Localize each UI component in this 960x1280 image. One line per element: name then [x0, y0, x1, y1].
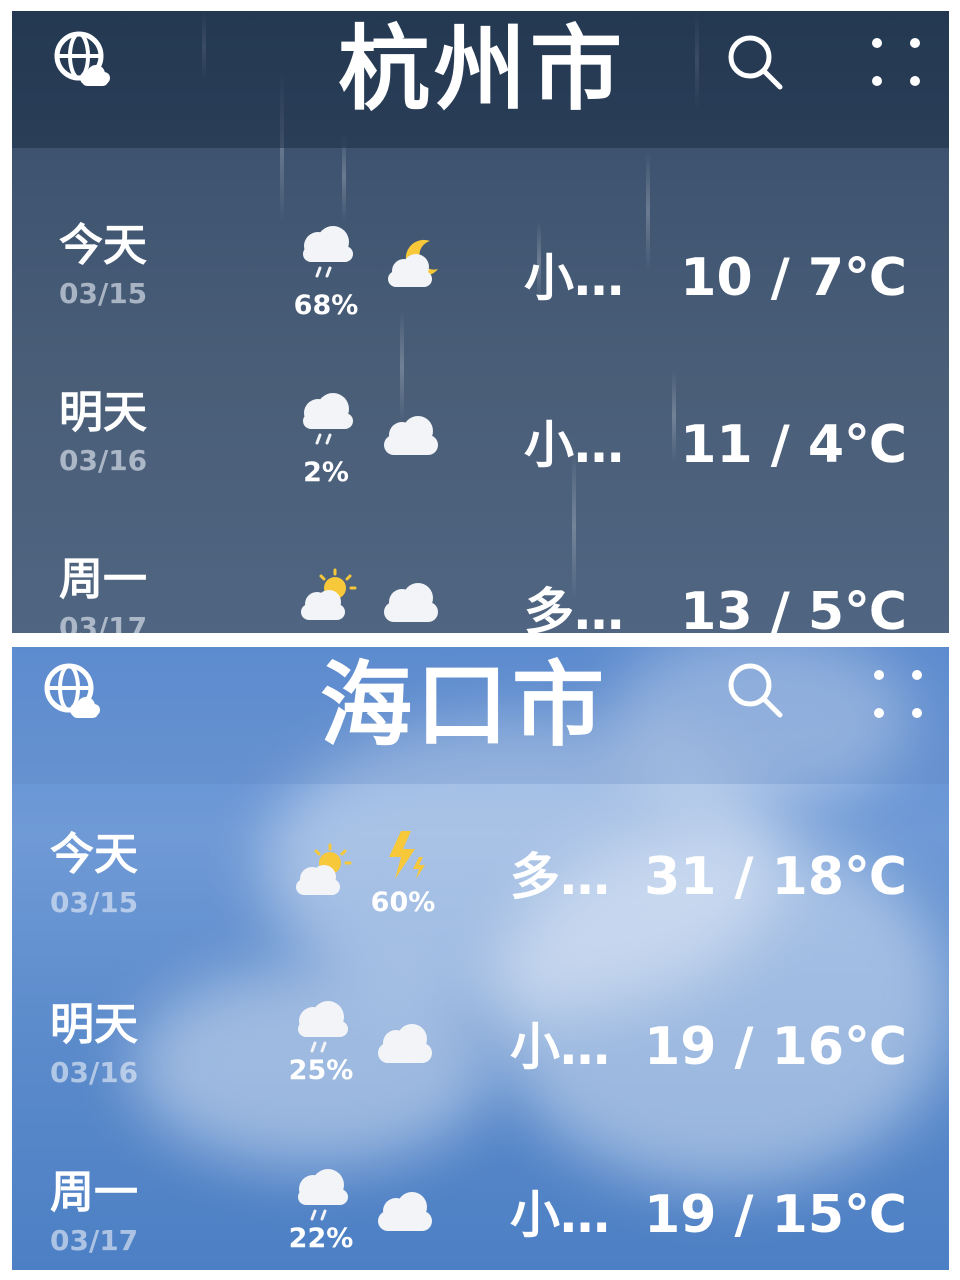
partly-sunny-icon: [296, 843, 352, 895]
app-header: 海口市: [12, 647, 949, 784]
weather-desc: 小…: [510, 1018, 610, 1076]
cloud-icon: [384, 416, 438, 455]
day-label: 周一: [50, 1167, 138, 1218]
forecast-row[interactable]: 周一 03/17 多… 13 / 5℃: [12, 552, 949, 633]
temp-range: 31 / 18℃: [644, 847, 907, 907]
weather-desc: 多…: [510, 848, 610, 906]
app-header: 杭州市: [12, 11, 949, 148]
precip-chance: 68%: [293, 290, 359, 321]
partly-sunny-icon: [301, 568, 357, 620]
date-label: 03/15: [59, 277, 148, 310]
day-label: 周一: [59, 554, 147, 605]
precip-chance: 2%: [303, 457, 349, 488]
rain-cloud-icon: [303, 226, 353, 278]
moon-cloud-icon: [388, 239, 438, 287]
forecast-row[interactable]: 明天 03/16 25% 小… 19 / 16℃: [12, 997, 949, 1127]
weather-desc: 小…: [524, 249, 624, 307]
more-dots-icon[interactable]: [869, 665, 927, 723]
more-dots-icon[interactable]: [867, 33, 925, 91]
forecast-row[interactable]: 明天 03/16 2% 小… 11 / 4℃: [12, 385, 949, 515]
rain-cloud-icon: [303, 393, 353, 445]
forecast-row[interactable]: 今天 03/15 60% 多… 31 / 18℃: [12, 827, 949, 957]
city-title: 海口市: [319, 652, 608, 759]
globe-cloud-icon[interactable]: [52, 29, 114, 91]
thunder-icon: [389, 831, 425, 879]
weather-panel-hangzhou: 杭州市 今天 03/15 68% 小… 10 / 7℃ 明天 03/16 2% …: [12, 11, 949, 633]
globe-cloud-icon[interactable]: [42, 661, 104, 723]
search-icon[interactable]: [724, 31, 788, 95]
date-label: 03/17: [50, 1224, 139, 1257]
precip-chance: 25%: [288, 1055, 354, 1086]
day-label: 明天: [50, 999, 138, 1050]
date-label: 03/16: [50, 1056, 139, 1089]
precip-chance: 22%: [288, 1223, 354, 1254]
temp-range: 11 / 4℃: [680, 415, 907, 475]
rain-cloud-icon: [298, 1001, 348, 1053]
city-title: 杭州市: [337, 16, 626, 123]
cloud-icon: [378, 1192, 432, 1231]
weather-desc: 多…: [524, 583, 624, 633]
search-icon[interactable]: [724, 659, 788, 723]
weather-panel-haikou: 海口市 今天 03/15 60% 多… 31 / 18℃ 明天 03/16 25…: [12, 647, 949, 1270]
day-label: 明天: [59, 387, 147, 438]
cloud-icon: [384, 583, 438, 622]
date-label: 03/16: [59, 444, 148, 477]
temp-range: 19 / 15℃: [644, 1185, 907, 1245]
temp-range: 19 / 16℃: [644, 1017, 907, 1077]
temp-range: 13 / 5℃: [680, 582, 907, 633]
day-label: 今天: [50, 829, 138, 880]
date-label: 03/15: [50, 886, 139, 919]
rain-cloud-icon: [298, 1169, 348, 1221]
weather-desc: 小…: [510, 1186, 610, 1244]
forecast-row[interactable]: 今天 03/15 68% 小… 10 / 7℃: [12, 218, 949, 348]
cloud-icon: [378, 1024, 432, 1063]
weather-desc: 小…: [524, 416, 624, 474]
date-label: 03/17: [59, 611, 148, 633]
temp-range: 10 / 7℃: [680, 248, 907, 308]
forecast-row[interactable]: 周一 03/17 22% 小… 19 / 15℃: [12, 1165, 949, 1270]
day-label: 今天: [59, 220, 147, 271]
precip-chance: 60%: [370, 887, 436, 918]
